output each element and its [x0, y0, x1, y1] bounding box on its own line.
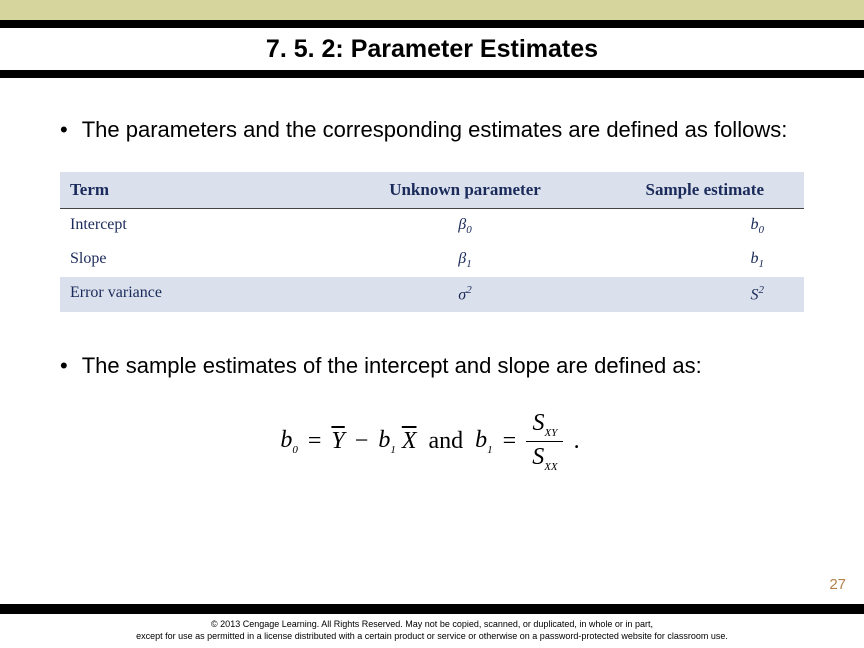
- th-sample-estimate: Sample estimate: [600, 180, 794, 200]
- cell-param: σ2: [330, 284, 600, 304]
- footer-black-rule: [0, 604, 864, 614]
- f-dot: .: [570, 428, 584, 455]
- cell-term: Error variance: [70, 284, 330, 304]
- footer-line-2: except for use as permitted in a license…: [40, 630, 824, 642]
- bullet-dot: •: [60, 352, 68, 380]
- cell-term: Intercept: [70, 216, 330, 236]
- formula: b0 = Y − b1 X and b1 = SXY SXX .: [60, 410, 804, 473]
- bullet-dot: •: [60, 116, 68, 144]
- th-term: Term: [70, 180, 330, 200]
- cell-term: Slope: [70, 250, 330, 270]
- f-b1: b1: [378, 427, 396, 456]
- table-row: Intercept β0 b0: [60, 209, 804, 243]
- bullet-1: • The parameters and the corresponding e…: [60, 116, 804, 144]
- title-area: 7. 5. 2: Parameter Estimates: [0, 28, 864, 70]
- footer-line-1: © 2013 Cengage Learning. All Rights Rese…: [40, 618, 824, 630]
- table-row: Error variance σ2 S2: [60, 277, 804, 311]
- f-eq2: =: [499, 428, 521, 455]
- top-black-rule-1: [0, 20, 864, 28]
- th-unknown-parameter: Unknown parameter: [330, 180, 600, 200]
- cell-param: β0: [330, 216, 600, 236]
- f-den: SXX: [526, 442, 563, 473]
- f-eq: =: [304, 428, 326, 455]
- f-b0: b0: [280, 427, 298, 456]
- cell-estimate: S2: [600, 284, 794, 304]
- table-header-row: Term Unknown parameter Sample estimate: [60, 172, 804, 209]
- footer: © 2013 Cengage Learning. All Rights Rese…: [0, 604, 864, 648]
- page-number: 27: [829, 576, 846, 593]
- cell-param: β1: [330, 250, 600, 270]
- f-and: and: [422, 428, 469, 455]
- slide-title: 7. 5. 2: Parameter Estimates: [266, 35, 598, 64]
- footer-text: © 2013 Cengage Learning. All Rights Rese…: [0, 614, 864, 648]
- f-num: SXY: [526, 410, 563, 442]
- bullet-2-text: The sample estimates of the intercept an…: [82, 352, 702, 380]
- f-xbar: X: [402, 428, 417, 455]
- cell-estimate: b0: [600, 216, 794, 236]
- top-accent-bar: [0, 0, 864, 20]
- f-b1-lhs: b1: [475, 427, 493, 456]
- bullet-2: • The sample estimates of the intercept …: [60, 352, 804, 380]
- f-minus: −: [351, 428, 373, 455]
- table-row: Slope β1 b1: [60, 243, 804, 277]
- f-fraction: SXY SXX: [526, 410, 563, 473]
- bullet-1-text: The parameters and the corresponding est…: [82, 116, 788, 144]
- parameter-table: Term Unknown parameter Sample estimate I…: [60, 172, 804, 312]
- f-ybar: Y: [331, 428, 344, 455]
- content-area: • The parameters and the corresponding e…: [0, 78, 864, 472]
- cell-estimate: b1: [600, 250, 794, 270]
- top-black-rule-2: [0, 70, 864, 78]
